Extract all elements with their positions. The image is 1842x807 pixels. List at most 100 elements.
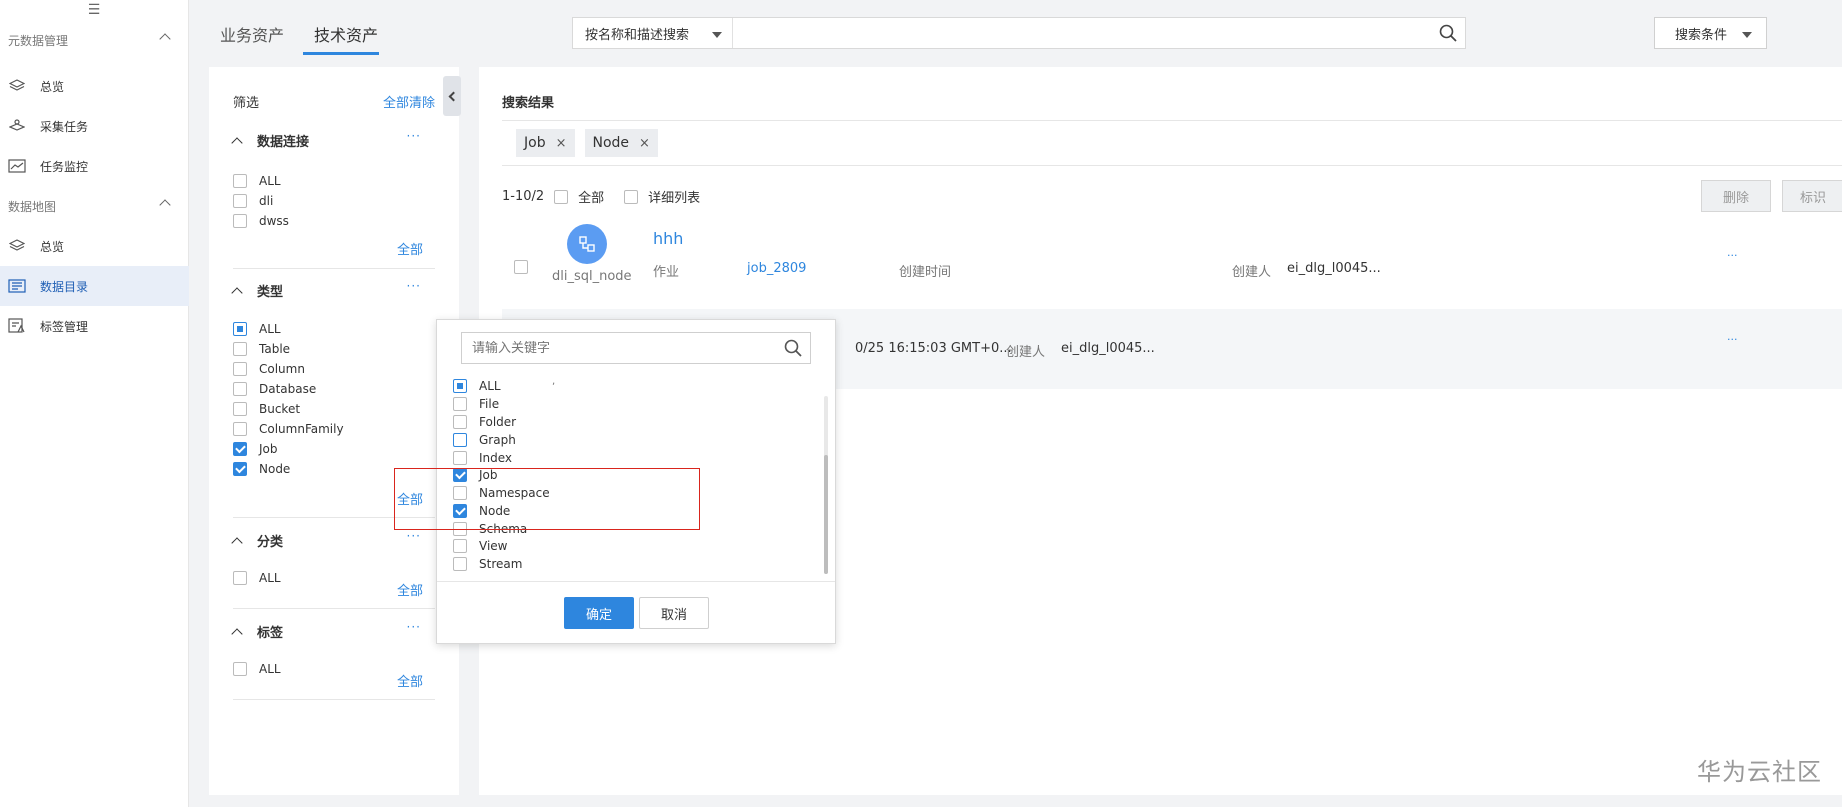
- option-label: Stream: [479, 557, 523, 571]
- sidebar-item-collect-task[interactable]: 采集任务: [0, 106, 189, 146]
- more-icon[interactable]: ···: [1727, 333, 1738, 346]
- sidebar-item-tag-manage[interactable]: 标签管理: [0, 306, 189, 346]
- checkbox[interactable]: [233, 462, 247, 476]
- tab-technical-assets[interactable]: 技术资产: [314, 22, 378, 46]
- divider: [437, 581, 835, 582]
- filter-option-type-columnfamily[interactable]: ColumnFamily: [233, 421, 344, 437]
- job-link[interactable]: job_2809: [747, 261, 806, 276]
- result-name-link[interactable]: hhh: [653, 229, 683, 248]
- collect-icon: [8, 118, 26, 134]
- popup-option-file[interactable]: File: [453, 396, 499, 412]
- checkbox[interactable]: [453, 433, 467, 447]
- detail-list-checkbox[interactable]: [624, 189, 639, 204]
- option-label: Job: [259, 442, 278, 456]
- caret-down-icon: [712, 32, 722, 38]
- close-icon[interactable]: ×: [639, 136, 650, 151]
- more-icon[interactable]: ···: [1727, 249, 1738, 262]
- search-mode-select[interactable]: 按名称和描述搜索: [573, 18, 733, 48]
- checkbox[interactable]: [233, 662, 247, 676]
- checkbox[interactable]: [453, 557, 467, 571]
- popup-option-all[interactable]: ALL: [453, 378, 501, 394]
- filter-option-type-bucket[interactable]: Bucket: [233, 401, 300, 417]
- chevron-up-icon: [159, 199, 171, 211]
- checkbox[interactable]: [233, 402, 247, 416]
- close-icon[interactable]: ×: [556, 136, 567, 151]
- section-data-connection[interactable]: 数据连接: [231, 131, 310, 150]
- checkbox[interactable]: [453, 415, 467, 429]
- select-all-checkbox[interactable]: [554, 189, 569, 204]
- filter-option-type-node[interactable]: Node: [233, 461, 290, 477]
- search-conditions-button[interactable]: 搜索条件: [1654, 17, 1767, 49]
- checkbox[interactable]: [233, 382, 247, 396]
- popup-option-index[interactable]: Index: [453, 450, 512, 466]
- clear-all-link[interactable]: 全部清除: [383, 92, 435, 111]
- show-all-link[interactable]: 全部: [397, 580, 423, 599]
- cancel-button[interactable]: 取消: [639, 597, 709, 629]
- checkbox[interactable]: [233, 174, 247, 188]
- popup-option-view[interactable]: View: [453, 538, 507, 554]
- section-tag[interactable]: 标签: [231, 622, 283, 641]
- filter-option-conn-dwss[interactable]: dwss: [233, 213, 289, 229]
- filter-option-conn-dli[interactable]: dli: [233, 193, 273, 209]
- show-all-link[interactable]: 全部: [397, 671, 423, 690]
- sidebar-group-datamap[interactable]: 数据地图: [0, 186, 189, 226]
- checkbox[interactable]: [233, 362, 247, 376]
- search-icon[interactable]: [1431, 18, 1465, 48]
- checkbox[interactable]: [453, 397, 467, 411]
- sidebar-item-task-monitor[interactable]: 任务监控: [0, 146, 189, 186]
- checkbox[interactable]: [453, 539, 467, 553]
- option-label: Column: [259, 362, 305, 376]
- section-type[interactable]: 类型: [231, 281, 283, 300]
- chart-line-icon: [8, 158, 26, 174]
- search-conditions-label: 搜索条件: [1675, 27, 1728, 43]
- checkbox[interactable]: [233, 322, 247, 336]
- section-title: 分类: [257, 535, 284, 550]
- checkbox[interactable]: [453, 379, 467, 393]
- chevron-up-icon: [159, 33, 171, 45]
- filter-option-tag-all[interactable]: ALL: [233, 661, 281, 677]
- checkbox[interactable]: [233, 342, 247, 356]
- popup-option-graph[interactable]: Graph: [453, 432, 516, 448]
- section-title: 数据连接: [257, 135, 310, 150]
- checkbox[interactable]: [453, 451, 467, 465]
- search-input[interactable]: [733, 18, 1431, 48]
- filter-option-cat-all[interactable]: ALL: [233, 570, 281, 586]
- filter-option-type-all[interactable]: ALL: [233, 321, 281, 337]
- sidebar-item-data-catalog[interactable]: 数据目录: [0, 266, 189, 306]
- sidebar-item-overview[interactable]: 总览: [0, 66, 189, 106]
- more-icon[interactable]: ···: [407, 279, 421, 293]
- checkbox[interactable]: [233, 442, 247, 456]
- keyword-input[interactable]: [462, 340, 776, 356]
- popup-option-folder[interactable]: Folder: [453, 414, 516, 430]
- sidebar-group-label: 元数据管理: [8, 33, 69, 48]
- row-checkbox[interactable]: [514, 260, 528, 274]
- filter-option-type-job[interactable]: Job: [233, 441, 278, 457]
- checkbox[interactable]: [233, 571, 247, 585]
- more-icon[interactable]: ···: [407, 129, 421, 143]
- mark-button[interactable]: 标识: [1782, 180, 1842, 212]
- delete-button[interactable]: 删除: [1701, 180, 1771, 212]
- tab-business-assets[interactable]: 业务资产: [220, 22, 284, 46]
- more-icon[interactable]: ···: [407, 620, 421, 634]
- sidebar-item-overview-2[interactable]: 总览: [0, 226, 189, 266]
- collapse-filter-button[interactable]: [443, 76, 461, 116]
- menu-icon[interactable]: ☰: [0, 0, 188, 20]
- filter-option-type-database[interactable]: Database: [233, 381, 316, 397]
- filter-option-type-table[interactable]: Table: [233, 341, 290, 357]
- table-row[interactable]: dli_sql_node hhh 作业 job_2809 创建时间 创建人 ei…: [502, 224, 1842, 304]
- checkbox[interactable]: [233, 422, 247, 436]
- checkbox[interactable]: [233, 214, 247, 228]
- scrollbar-thumb[interactable]: [824, 455, 828, 574]
- popup-option-stream[interactable]: Stream: [453, 556, 522, 572]
- sidebar-group-metadata[interactable]: 元数据管理: [0, 20, 189, 60]
- show-all-link[interactable]: 全部: [397, 239, 423, 258]
- search-icon[interactable]: [776, 339, 810, 357]
- filter-option-conn-all[interactable]: ALL: [233, 173, 281, 189]
- more-icon[interactable]: ···: [407, 529, 421, 543]
- option-label: Index: [479, 451, 513, 465]
- divider: [233, 268, 435, 269]
- filter-option-type-column[interactable]: Column: [233, 361, 305, 377]
- confirm-button[interactable]: 确定: [564, 597, 634, 629]
- checkbox[interactable]: [233, 194, 247, 208]
- section-category[interactable]: 分类: [231, 531, 284, 550]
